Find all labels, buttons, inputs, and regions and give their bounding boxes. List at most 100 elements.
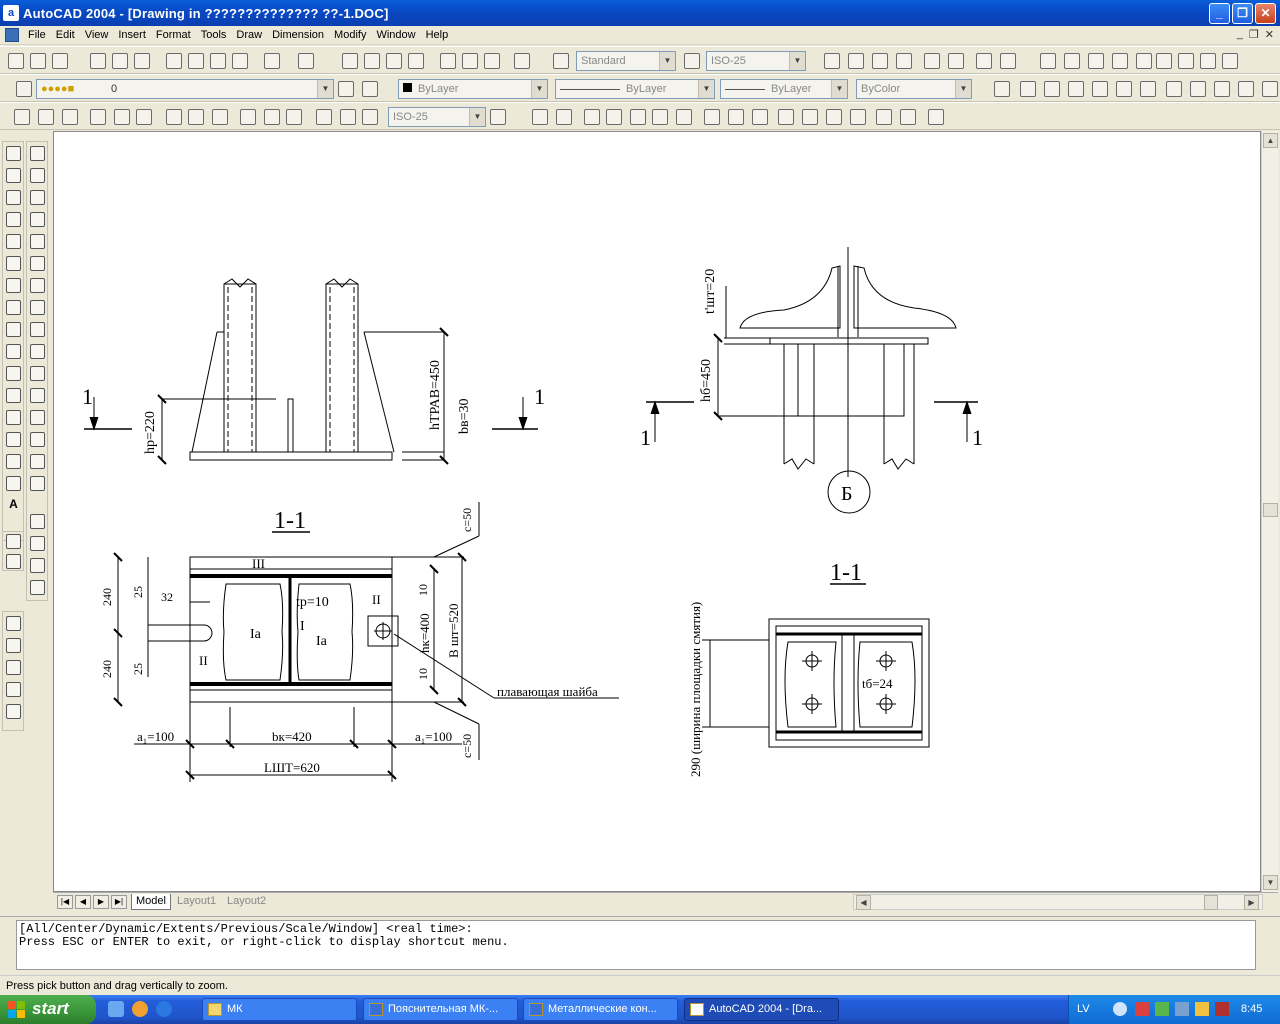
view-icon[interactable] bbox=[1262, 81, 1278, 97]
fillet-icon[interactable] bbox=[30, 454, 45, 469]
pan-icon[interactable] bbox=[342, 53, 358, 69]
dim-style-select[interactable]: ISO-25 ▼ bbox=[706, 51, 806, 71]
menu-draw[interactable]: Draw bbox=[231, 26, 267, 44]
horizontal-scrollbar[interactable]: ◀ ▶ bbox=[853, 894, 1263, 910]
vertical-scrollbar[interactable]: ▲ ▼ bbox=[1261, 131, 1278, 892]
explode-icon[interactable] bbox=[30, 476, 45, 491]
view-bottom-icon[interactable] bbox=[1092, 81, 1108, 97]
menu-modify[interactable]: Modify bbox=[329, 26, 371, 44]
draw-order-above-icon[interactable] bbox=[30, 558, 45, 573]
view-nw-iso-icon[interactable] bbox=[1214, 81, 1230, 97]
chamfer-icon[interactable] bbox=[30, 432, 45, 447]
convert-distance-icon[interactable] bbox=[1222, 53, 1238, 69]
polyline-icon[interactable] bbox=[6, 190, 21, 205]
snap-quadrant-icon[interactable] bbox=[728, 109, 744, 125]
menu-file[interactable]: File bbox=[23, 26, 51, 44]
scroll-right-arrow-icon[interactable]: ▶ bbox=[1244, 895, 1259, 910]
save-icon[interactable] bbox=[52, 53, 68, 69]
dim-style-icon[interactable] bbox=[684, 53, 700, 69]
autocad-app-icon[interactable]: a bbox=[3, 5, 19, 21]
spelling-icon[interactable] bbox=[1136, 53, 1152, 69]
scale-text-icon[interactable] bbox=[1178, 53, 1194, 69]
scroll-up-arrow-icon[interactable]: ▲ bbox=[1263, 133, 1278, 148]
draw-order-back-icon[interactable] bbox=[30, 536, 45, 551]
find-text-icon[interactable] bbox=[1112, 53, 1128, 69]
text-style-select[interactable]: Standard ▼ bbox=[576, 51, 676, 71]
next-tab-icon[interactable]: ▶ bbox=[93, 895, 109, 909]
menu-help[interactable]: Help bbox=[421, 26, 454, 44]
copy-icon[interactable] bbox=[188, 53, 204, 69]
task-metal-structures[interactable]: Металлические кон... bbox=[523, 998, 678, 1021]
view-ne-iso-icon[interactable] bbox=[1190, 81, 1206, 97]
zoom-plus-icon[interactable] bbox=[924, 53, 940, 69]
tray-expand-icon[interactable] bbox=[1113, 1002, 1127, 1016]
layer-manager-icon[interactable] bbox=[16, 81, 32, 97]
dim-update-icon[interactable] bbox=[362, 109, 378, 125]
menu-view[interactable]: View bbox=[80, 26, 114, 44]
dim-style-select-2[interactable]: ISO-25 ▼ bbox=[388, 107, 486, 127]
dim-text-edit-icon[interactable] bbox=[340, 109, 356, 125]
tray-app-icon-3[interactable] bbox=[1175, 1002, 1189, 1016]
tab-layout2[interactable]: Layout2 bbox=[223, 894, 270, 910]
mirror-icon[interactable] bbox=[30, 190, 45, 205]
spline-icon[interactable] bbox=[6, 322, 21, 337]
zoom-scale-icon[interactable] bbox=[872, 53, 888, 69]
temp-track-icon[interactable] bbox=[532, 109, 548, 125]
help-icon[interactable] bbox=[514, 53, 530, 69]
plot-preview-icon[interactable] bbox=[112, 53, 128, 69]
tool-palettes-icon[interactable] bbox=[484, 53, 500, 69]
last-tab-icon[interactable]: ▶| bbox=[111, 895, 127, 909]
erase-icon[interactable] bbox=[30, 146, 45, 161]
dim-edit-icon[interactable] bbox=[316, 109, 332, 125]
offset-icon[interactable] bbox=[30, 212, 45, 227]
prev-tab-icon[interactable]: ◀ bbox=[75, 895, 91, 909]
start-button[interactable]: start bbox=[0, 995, 96, 1024]
aligned-dim-icon[interactable] bbox=[38, 109, 54, 125]
dim-style-manager-icon[interactable] bbox=[490, 109, 506, 125]
task-mk[interactable]: МК bbox=[202, 998, 357, 1021]
view-left-icon[interactable] bbox=[1044, 81, 1060, 97]
view-sw-iso-icon[interactable] bbox=[1140, 81, 1156, 97]
print-icon[interactable] bbox=[90, 53, 106, 69]
zoom-extents-icon[interactable] bbox=[1000, 53, 1016, 69]
media-player-icon[interactable] bbox=[132, 1001, 148, 1017]
close-button[interactable]: ✕ bbox=[1255, 3, 1276, 24]
zoom-in-icon[interactable] bbox=[824, 53, 840, 69]
circle-icon[interactable] bbox=[6, 278, 21, 293]
ellipse-arc-icon[interactable] bbox=[6, 366, 21, 381]
center-mark-icon[interactable] bbox=[286, 109, 302, 125]
layer-select[interactable]: ●●●●■ 0 ▼ bbox=[36, 79, 334, 99]
quick-leader-icon[interactable] bbox=[240, 109, 256, 125]
view-front-icon[interactable] bbox=[1020, 81, 1036, 97]
new-icon[interactable] bbox=[8, 53, 24, 69]
revision-cloud-icon[interactable] bbox=[6, 300, 21, 315]
task-autocad[interactable]: AutoCAD 2004 - [Dra... bbox=[684, 998, 839, 1021]
scroll-thumb[interactable] bbox=[1263, 503, 1278, 517]
region-icon[interactable] bbox=[6, 476, 21, 491]
language-indicator[interactable]: LV bbox=[1077, 995, 1090, 1024]
snap-midpoint-icon[interactable] bbox=[606, 109, 622, 125]
join-icon[interactable] bbox=[30, 410, 45, 425]
doc-minimize-button[interactable]: _ bbox=[1237, 28, 1243, 41]
make-object-layer-current-icon[interactable] bbox=[338, 81, 354, 97]
tab-model[interactable]: Model bbox=[131, 894, 171, 910]
area-icon[interactable] bbox=[6, 638, 21, 653]
snap-center-icon[interactable] bbox=[704, 109, 720, 125]
snap-insert-icon[interactable] bbox=[826, 109, 842, 125]
trim-icon[interactable] bbox=[30, 344, 45, 359]
baseline-dim-icon[interactable] bbox=[188, 109, 204, 125]
snap-endpoint-icon[interactable] bbox=[584, 109, 600, 125]
tray-app-icon-4[interactable] bbox=[1195, 1002, 1209, 1016]
snap-intersection-icon[interactable] bbox=[630, 109, 646, 125]
tray-app-icon-1[interactable] bbox=[1135, 1002, 1149, 1016]
point-icon[interactable] bbox=[6, 432, 21, 447]
zoom-realtime-icon[interactable] bbox=[364, 53, 380, 69]
plot-style-select[interactable]: ByColor ▼ bbox=[856, 79, 972, 99]
diameter-dim-icon[interactable] bbox=[114, 109, 130, 125]
osnap-settings-icon[interactable] bbox=[928, 109, 944, 125]
ordinate-dim-icon[interactable] bbox=[62, 109, 78, 125]
linetype-select[interactable]: ByLayer ▼ bbox=[555, 79, 715, 99]
zoom-window-icon[interactable] bbox=[386, 53, 402, 69]
polygon-icon[interactable] bbox=[6, 212, 21, 227]
hatch-icon[interactable] bbox=[6, 454, 21, 469]
